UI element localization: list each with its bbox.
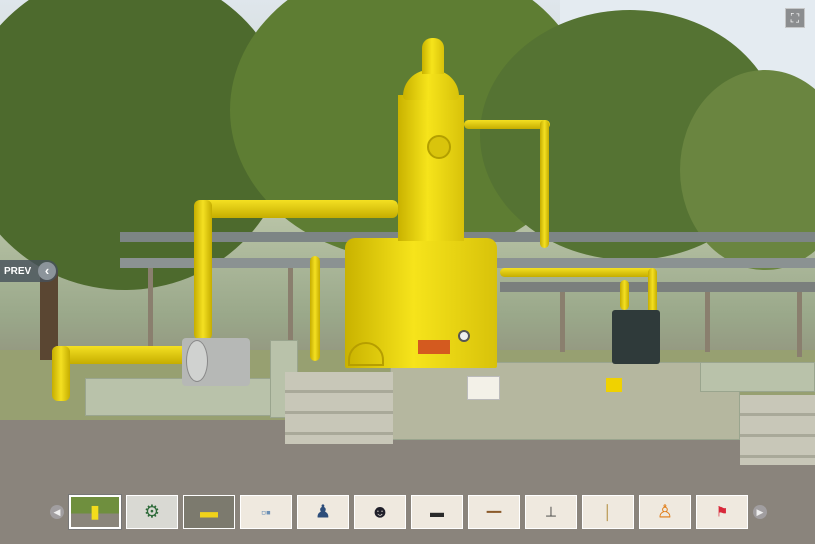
pit-wall <box>700 362 815 392</box>
shed-post <box>797 292 802 357</box>
tower-column <box>398 95 464 241</box>
thumb-devices[interactable]: ▫▪ <box>240 495 292 529</box>
trolley-icon: ⊥ <box>544 503 558 520</box>
pit-wall <box>390 362 740 440</box>
worker-icon: ♟ <box>314 501 332 522</box>
machine-icon: ⚙ <box>143 501 161 522</box>
thumb-scrubber-tower[interactable]: ▮ <box>69 495 121 529</box>
rod-icon: │ <box>603 504 613 520</box>
suit-icon: ♙ <box>656 501 674 522</box>
devices-icon: ▫▪ <box>261 504 271 520</box>
shed-post <box>705 292 710 352</box>
shed-post <box>560 292 565 352</box>
tower-icon: ▮ <box>90 501 100 522</box>
thumb-cylinder-trolley[interactable]: ⊥ <box>525 495 577 529</box>
valve-panel <box>612 310 660 364</box>
pipe <box>52 346 192 364</box>
pipe-icon: ━━ <box>486 505 502 519</box>
signboard <box>467 376 500 400</box>
hose-icon: ▬ <box>430 504 444 520</box>
main-photo <box>0 0 815 544</box>
thumbnail-strip: ◀ ▮ ⚙ ▬ ▫▪ ♟ ☻ ▬ ━━ ⊥ │ ♙ ⚑ ▶ <box>46 494 771 530</box>
equipment-icon: ▬ <box>200 501 218 522</box>
fullscreen-button[interactable]: ⛶ <box>785 8 805 28</box>
prev-button[interactable]: PREV ‹ <box>0 260 58 282</box>
shed-post <box>148 268 153 348</box>
prev-label: PREV <box>4 265 32 277</box>
warning-plate <box>418 340 450 354</box>
gauge-icon <box>458 330 470 342</box>
pipe <box>196 200 398 218</box>
pipe <box>464 120 550 129</box>
pipe <box>310 256 320 361</box>
tower-port <box>427 135 451 159</box>
pipe <box>194 200 212 340</box>
strip-prev-icon[interactable]: ◀ <box>50 505 64 519</box>
fullscreen-icon: ⛶ <box>790 11 800 25</box>
gas-mask-icon: ☻ <box>370 501 390 522</box>
steps <box>740 395 815 465</box>
thumb-windsock[interactable]: ⚑ <box>696 495 748 529</box>
thumb-orange-suit[interactable]: ♙ <box>639 495 691 529</box>
vent-pipe <box>422 38 444 74</box>
pipe <box>540 120 549 248</box>
pipe <box>500 268 655 277</box>
thumb-worker-equipment[interactable]: ♟ <box>297 495 349 529</box>
thumb-gas-mask[interactable]: ☻ <box>354 495 406 529</box>
image-viewer: ⛶ PREV ‹ ◀ ▮ ⚙ ▬ ▫▪ ♟ ☻ ▬ ━━ ⊥ │ ♙ ⚑ ▶ <box>0 0 815 544</box>
thumb-hose-clamps[interactable]: ▬ <box>411 495 463 529</box>
shed-roof <box>500 282 815 292</box>
thumb-rod[interactable]: │ <box>582 495 634 529</box>
strip-next-icon[interactable]: ▶ <box>753 505 767 519</box>
yellow-marker <box>606 378 622 392</box>
shed-post <box>288 268 293 348</box>
thumb-pipe[interactable]: ━━ <box>468 495 520 529</box>
thumb-machine[interactable]: ⚙ <box>126 495 178 529</box>
pipe <box>52 346 70 401</box>
chevron-left-icon: ‹ <box>38 262 56 280</box>
steps <box>285 372 393 444</box>
pipe <box>620 280 629 310</box>
thumb-yellow-equipment[interactable]: ▬ <box>183 495 235 529</box>
windsock-icon: ⚑ <box>715 503 729 520</box>
blower-motor <box>186 340 208 382</box>
